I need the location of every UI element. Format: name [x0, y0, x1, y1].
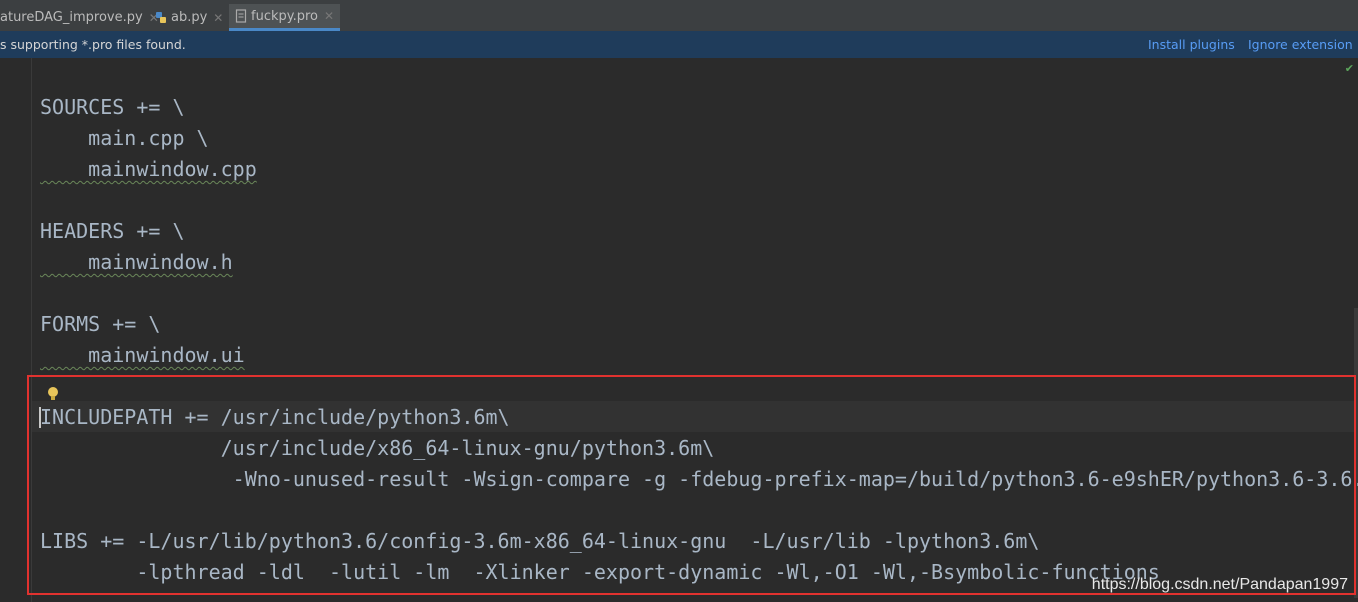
notification-message: s supporting *.pro files found. [0, 37, 186, 52]
code-line: FORMS += \ [40, 312, 161, 336]
code-editor[interactable]: ✔ SOURCES += \ main.cpp \ mainwindow.cpp… [0, 58, 1358, 602]
code-line: HEADERS += \ [40, 219, 185, 243]
tab-fuckpy-pro[interactable]: fuckpy.pro ✕ [229, 4, 341, 31]
editor-tab-bar: atureDAG_improve.py ✕ ab.py ✕ fuckpy.pro… [0, 0, 1358, 32]
code-line: mainwindow.cpp [40, 157, 257, 181]
tab-featuredag-improve[interactable]: atureDAG_improve.py ✕ [0, 4, 159, 31]
annotation-highlight-box [27, 375, 1356, 595]
check-icon: ✔ [1344, 62, 1354, 75]
tab-label: ab.py [171, 10, 208, 25]
code-line: mainwindow.h [40, 250, 233, 274]
tab-label: fuckpy.pro [251, 8, 318, 24]
code-line: main.cpp \ [40, 126, 209, 150]
install-plugins-link[interactable]: Install plugins [1148, 37, 1235, 52]
tab-ab-py[interactable]: ab.py ✕ [155, 4, 223, 31]
python-file-icon [156, 11, 166, 23]
watermark: https://blog.csdn.net/Pandapan1997 [1091, 576, 1348, 593]
close-icon[interactable]: ✕ [213, 11, 223, 25]
text-file-icon [235, 9, 247, 23]
plugin-notification-bar: s supporting *.pro files found. Install … [0, 31, 1358, 58]
ignore-extension-link[interactable]: Ignore extension [1248, 37, 1353, 52]
code-line: mainwindow.ui [40, 343, 245, 367]
code-line: SOURCES += \ [40, 95, 185, 119]
close-icon[interactable]: ✕ [324, 9, 334, 23]
tab-label: atureDAG_improve.py [0, 10, 143, 25]
